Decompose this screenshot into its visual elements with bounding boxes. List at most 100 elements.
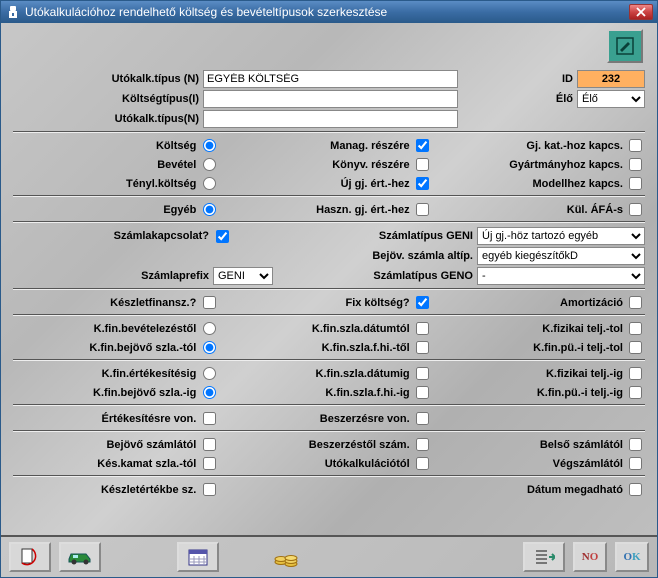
szamlatipus-geni-label: Számlatípus GENI — [337, 230, 477, 242]
utokalk-tipus-n-label: Utókalk.típus (N) — [13, 73, 203, 85]
radio-k-lts-g[interactable] — [203, 139, 216, 152]
checkbox-fix-k-lts-g-[interactable] — [416, 296, 429, 309]
checkbox-bej-v-sz-ml-t-l[interactable] — [203, 438, 216, 451]
field-label: K.fin.szla.f.hi.-ig — [226, 387, 413, 399]
utokalk-tipus-n-input[interactable] — [203, 70, 458, 88]
checkbox-gy-rtm-nyhoz-kapcs-[interactable] — [629, 158, 642, 171]
radio-k-fin-bej-v-szla-ig[interactable] — [203, 386, 216, 399]
field-label: Egyéb — [13, 204, 200, 216]
field-label: K.fin.bevételezéstől — [13, 323, 200, 335]
ok-button[interactable]: OK — [615, 542, 649, 572]
field-label: Gyártmányhoz kapcs. — [440, 159, 627, 171]
checkbox-v-gsz-ml-t-l[interactable] — [629, 457, 642, 470]
szamlaprefix-select[interactable]: GENI — [213, 267, 273, 285]
field-label: Készletértékbe sz. — [13, 484, 200, 496]
checkbox--rt-kes-t-sre-von-[interactable] — [203, 412, 216, 425]
checkbox-d-tum-megadhat-[interactable] — [629, 483, 642, 496]
app-icon — [5, 4, 21, 20]
field-label: Végszámlától — [440, 458, 627, 470]
field-label: Értékesítésre von. — [13, 413, 200, 425]
checkbox-haszn-gj-rt-hez[interactable] — [416, 203, 429, 216]
elo-select[interactable]: Élő — [577, 90, 645, 108]
field-label: Kés.kamat szla.-tól — [13, 458, 200, 470]
field-label: K.fin.értékesítésig — [13, 368, 200, 380]
field-label: K.fin.bejövő szla.-tól — [13, 342, 200, 354]
radio-bev-tel[interactable] — [203, 158, 216, 171]
checkbox-k-szlet-rt-kbe-sz-[interactable] — [203, 483, 216, 496]
field-label: Dátum megadható — [440, 484, 627, 496]
field-label: K.fin.bejövő szla.-ig — [13, 387, 200, 399]
bejov-altip-label: Bejöv. számla altíp. — [337, 250, 477, 262]
checkbox-k-fizikai-telj-tol[interactable] — [629, 322, 642, 335]
checkbox-k-szletfinansz-[interactable] — [203, 296, 216, 309]
checkbox-k-fin-p-i-telj-tol[interactable] — [629, 341, 642, 354]
field-label: Új gj. ért.-hez — [226, 178, 413, 190]
checkbox-k-fin-szla-d-tumig[interactable] — [416, 367, 429, 380]
close-button[interactable] — [629, 4, 653, 20]
field-label: K.fizikai telj.-ig — [440, 368, 627, 380]
radio-egy-b[interactable] — [203, 203, 216, 216]
elo-label: Élő — [549, 93, 577, 105]
checkbox--j-gj-rt-hez[interactable] — [416, 177, 429, 190]
field-label: Költség — [13, 140, 200, 152]
field-label: Beszerzésre von. — [226, 413, 413, 425]
no-button[interactable]: NO — [573, 542, 607, 572]
checkbox-k-fin-szla-f-hi-t-l[interactable] — [416, 341, 429, 354]
field-label: Manag. részére — [226, 140, 413, 152]
checkbox-amortiz-ci-[interactable] — [629, 296, 642, 309]
checkbox-beszerz-sre-von-[interactable] — [416, 412, 429, 425]
field-label: Kül. ÁFÁ-s — [440, 204, 627, 216]
field-label: K.fin.pü.-i telj.-ig — [440, 387, 627, 399]
field-label: Beszerzéstől szám. — [226, 439, 413, 451]
radio-k-fin-bej-v-szla-t-l[interactable] — [203, 341, 216, 354]
toolbar-list-button[interactable] — [523, 542, 565, 572]
field-label: Modellhez kapcs. — [440, 178, 627, 190]
szamlatipus-geno-label: Számlatípus GENO — [337, 270, 477, 282]
checkbox-k-nyv-r-sz-re[interactable] — [416, 158, 429, 171]
szamlakapcsolat-label: Számlakapcsolat? — [13, 230, 213, 242]
radio-k-fin-bev-telez-st-l[interactable] — [203, 322, 216, 335]
field-label: K.fizikai telj.-tol — [440, 323, 627, 335]
checkbox-ut-kalkul-ci-t-l[interactable] — [416, 457, 429, 470]
field-label: K.fin.pü.-i telj.-tol — [440, 342, 627, 354]
toolbar-document-button[interactable] — [9, 542, 51, 572]
checkbox-k-fizikai-telj-ig[interactable] — [629, 367, 642, 380]
field-label: Könyv. részére — [226, 159, 413, 171]
toolbar-calendar-button[interactable] — [177, 542, 219, 572]
field-label: Készletfinansz.? — [13, 297, 200, 309]
field-label: K.fin.szla.dátumig — [226, 368, 413, 380]
checkbox-gj-kat-hoz-kapcs-[interactable] — [629, 139, 642, 152]
bejov-altip-select[interactable]: egyéb kiegészítőkD — [477, 247, 645, 265]
szamlatipus-geno-select[interactable]: - — [477, 267, 645, 285]
field-label: Bejövő számlától — [13, 439, 200, 451]
id-value: 232 — [577, 70, 645, 88]
window-title: Utókalkulációhoz rendelhető költség és b… — [25, 5, 629, 19]
field-label: Tényl.költség — [13, 178, 200, 190]
field-label: Utókalkulációtól — [226, 458, 413, 470]
checkbox-k-s-kamat-szla-t-l[interactable] — [203, 457, 216, 470]
checkbox-modellhez-kapcs-[interactable] — [629, 177, 642, 190]
edit-button[interactable] — [607, 29, 643, 63]
szamlatipus-geni-select[interactable]: Új gj.-höz tartozó egyéb — [477, 227, 645, 245]
szamlaprefix-label: Számlaprefix — [13, 270, 213, 282]
koltsegtipus-input[interactable] — [203, 90, 458, 108]
checkbox-bels-sz-ml-t-l[interactable] — [629, 438, 642, 451]
checkbox-k-l-f-s[interactable] — [629, 203, 642, 216]
checkbox-k-fin-p-i-telj-ig[interactable] — [629, 386, 642, 399]
field-label: Gj. kat.-hoz kapcs. — [440, 140, 627, 152]
checkbox-k-fin-szla-d-tumt-l[interactable] — [416, 322, 429, 335]
id-label: ID — [557, 73, 577, 85]
checkbox-beszerz-st-l-sz-m-[interactable] — [416, 438, 429, 451]
field-label: Haszn. gj. ért.-hez — [226, 204, 413, 216]
toolbar-coins-button[interactable] — [265, 542, 307, 572]
radio-k-fin-rt-kes-t-sig[interactable] — [203, 367, 216, 380]
field-label: K.fin.szla.dátumtól — [226, 323, 413, 335]
field-label: Fix költség? — [226, 297, 413, 309]
checkbox-manag-r-sz-re[interactable] — [416, 139, 429, 152]
szamlakapcsolat-checkbox[interactable] — [216, 230, 229, 243]
radio-t-nyl-k-lts-g[interactable] — [203, 177, 216, 190]
toolbar-car-button[interactable] — [59, 542, 101, 572]
utokalk-tipus-name-input[interactable] — [203, 110, 458, 128]
checkbox-k-fin-szla-f-hi-ig[interactable] — [416, 386, 429, 399]
utokalk-tipus-name-label: Utókalk.típus(N) — [13, 113, 203, 125]
